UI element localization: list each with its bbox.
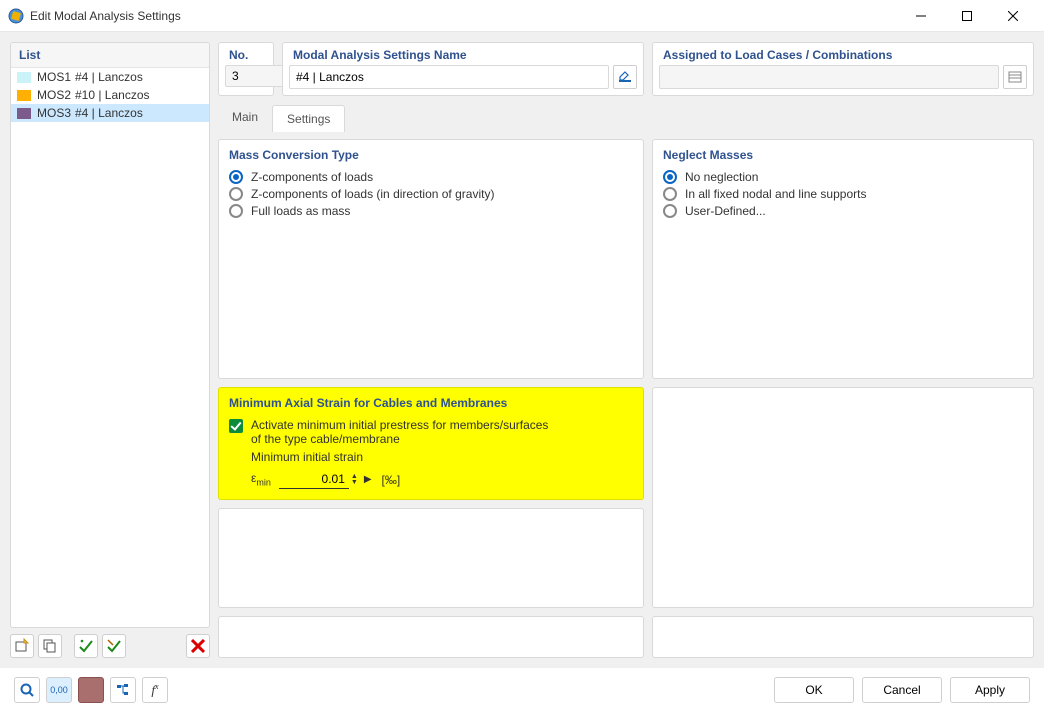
epsilon-label: εmin <box>251 471 271 487</box>
assigned-picker-button[interactable] <box>1003 65 1027 89</box>
empty-panel-left-1 <box>218 508 644 608</box>
list-item[interactable]: MOS1 #4 | Lanczos <box>11 68 209 86</box>
apply-button[interactable]: Apply <box>950 677 1030 703</box>
decimal-icon: 0,00 <box>50 685 68 695</box>
list-item-name: #10 | Lanczos <box>75 88 150 102</box>
mass-heading: Mass Conversion Type <box>229 148 633 162</box>
bottom-bar: 0,00 fx OK Cancel Apply <box>0 668 1044 712</box>
tree-button[interactable] <box>110 677 136 703</box>
mass-opt-z[interactable]: Z-components of loads <box>229 170 633 184</box>
radio-label: User-Defined... <box>685 204 766 218</box>
checkbox-icon <box>229 419 243 433</box>
radio-label: Z-components of loads <box>251 170 373 184</box>
strain-sub-label: Minimum initial strain <box>251 450 633 464</box>
neglect-opt-none[interactable]: No neglection <box>663 170 1023 184</box>
empty-panel-left-2 <box>218 616 644 658</box>
radio-label: Full loads as mass <box>251 204 350 218</box>
strain-heading: Minimum Axial Strain for Cables and Memb… <box>229 396 633 410</box>
radio-icon <box>229 204 243 218</box>
list-panel: List MOS1 #4 | Lanczos MOS2 #10 | Lanczo… <box>10 42 210 628</box>
mass-opt-z-gravity[interactable]: Z-components of loads (in direction of g… <box>229 187 633 201</box>
radio-icon <box>663 170 677 184</box>
radio-label: No neglection <box>685 170 758 184</box>
list-item-swatch <box>17 72 31 83</box>
no-label: No. <box>225 47 267 65</box>
app-icon <box>8 8 24 24</box>
delete-item-button[interactable] <box>186 634 210 658</box>
window-title: Edit Modal Analysis Settings <box>30 9 898 23</box>
list-item[interactable]: MOS2 #10 | Lanczos <box>11 86 209 104</box>
color-button[interactable] <box>78 677 104 703</box>
help-button[interactable] <box>14 677 40 703</box>
assigned-input[interactable] <box>659 65 999 89</box>
list-item-swatch <box>17 90 31 101</box>
list-header: List <box>11 43 209 68</box>
function-button[interactable]: fx <box>142 677 168 703</box>
open-detail-button[interactable]: ▶ <box>360 474 376 485</box>
name-label: Modal Analysis Settings Name <box>289 47 637 65</box>
minimize-button[interactable] <box>898 0 944 32</box>
list-item-swatch <box>17 108 31 119</box>
ok-button[interactable]: OK <box>774 677 854 703</box>
radio-icon <box>663 187 677 201</box>
radio-label: Z-components of loads (in direction of g… <box>251 187 494 201</box>
empty-panel-right-1 <box>652 387 1034 608</box>
cancel-button[interactable]: Cancel <box>862 677 942 703</box>
radio-icon <box>229 170 243 184</box>
assigned-label: Assigned to Load Cases / Combinations <box>659 47 1027 65</box>
neglect-opt-user[interactable]: User-Defined... <box>663 204 1023 218</box>
check-include-button[interactable] <box>74 634 98 658</box>
list-item-name: #4 | Lanczos <box>75 106 143 120</box>
epsilon-min-input[interactable] <box>279 470 349 489</box>
close-button[interactable] <box>990 0 1036 32</box>
copy-item-button[interactable] <box>38 634 62 658</box>
spin-down-icon: ▼ <box>351 480 358 486</box>
list-item-id: MOS3 <box>37 106 75 120</box>
tab-settings[interactable]: Settings <box>272 105 345 132</box>
empty-panel-right-2 <box>652 616 1034 658</box>
list-items: MOS1 #4 | Lanczos MOS2 #10 | Lanczos MOS… <box>11 68 209 627</box>
edit-name-button[interactable] <box>613 65 637 89</box>
tab-main[interactable]: Main <box>218 104 272 131</box>
name-input[interactable] <box>289 65 609 89</box>
precision-button[interactable]: 0,00 <box>46 677 72 703</box>
activate-prestress-checkbox[interactable]: Activate minimum initial prestress for m… <box>229 418 633 446</box>
maximize-button[interactable] <box>944 0 990 32</box>
unit-label: [‰] <box>382 473 401 487</box>
list-item[interactable]: MOS3 #4 | Lanczos <box>11 104 209 122</box>
spinner[interactable]: ▲▼ <box>351 474 358 486</box>
list-item-id: MOS1 <box>37 70 75 84</box>
neglect-opt-fixed[interactable]: In all fixed nodal and line supports <box>663 187 1023 201</box>
radio-icon <box>663 204 677 218</box>
mass-conversion-panel: Mass Conversion Type Z-components of loa… <box>218 139 644 379</box>
list-item-name: #4 | Lanczos <box>75 70 143 84</box>
radio-icon <box>229 187 243 201</box>
check-exclude-button[interactable] <box>102 634 126 658</box>
radio-label: In all fixed nodal and line supports <box>685 187 866 201</box>
mass-opt-full[interactable]: Full loads as mass <box>229 204 633 218</box>
fx-icon: fx <box>151 682 158 698</box>
neglect-heading: Neglect Masses <box>663 148 1023 162</box>
new-item-button[interactable] <box>10 634 34 658</box>
neglect-masses-panel: Neglect Masses No neglection In all fixe… <box>652 139 1034 379</box>
checkbox-label: Activate minimum initial prestress for m… <box>251 418 561 446</box>
list-item-id: MOS2 <box>37 88 75 102</box>
min-strain-panel: Minimum Axial Strain for Cables and Memb… <box>218 387 644 500</box>
